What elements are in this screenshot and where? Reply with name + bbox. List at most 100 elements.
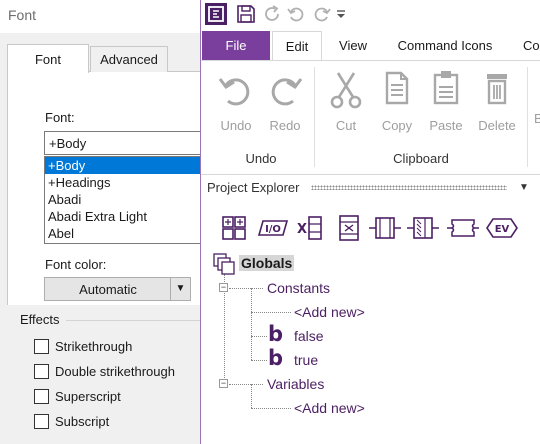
font-label: Font: <box>45 110 75 125</box>
font-list[interactable]: +Body +Headings Abadi Abadi Extra Light … <box>44 156 205 244</box>
clipboard-group-label: Clipboard <box>393 151 449 166</box>
font-dialog: Font Font Advanced Font: +Body +Body +He… <box>0 0 205 444</box>
tree-node-variables[interactable]: Variables <box>267 376 324 392</box>
ribbon-tabs: File Edit View Command Icons Co <box>201 31 540 61</box>
chevron-down-icon[interactable]: ▼ <box>170 278 190 300</box>
undo-button[interactable]: Undo <box>210 67 262 135</box>
tree-guide-line <box>251 336 267 337</box>
save-icon[interactable] <box>235 3 257 25</box>
ev-icon[interactable]: EV <box>485 214 519 242</box>
cut-label: Cut <box>335 118 357 133</box>
copy-icon <box>385 71 409 105</box>
tab-view[interactable]: View <box>328 31 378 60</box>
io-icon[interactable]: I/O <box>257 214 289 242</box>
grid-icon[interactable] <box>221 214 249 242</box>
tree-node-constants[interactable]: Constants <box>267 280 330 296</box>
superscript-checkbox[interactable] <box>34 389 49 404</box>
effects-label: Effects <box>20 312 60 327</box>
tree-node-true[interactable]: true <box>294 352 318 368</box>
refresh-icon[interactable] <box>261 3 283 25</box>
redo-icon <box>271 78 303 106</box>
tab-file[interactable]: File <box>202 31 270 60</box>
app-logo-icon <box>205 3 227 25</box>
globals-icon <box>213 253 235 278</box>
superscript-label: Superscript <box>55 389 121 404</box>
svg-text:I/O: I/O <box>265 224 281 235</box>
x-block-icon[interactable]: X <box>293 214 325 242</box>
tab-command-icons[interactable]: Command Icons <box>385 31 505 60</box>
font-color-select[interactable]: Automatic ▼ <box>44 277 191 301</box>
undo-group-label: Undo <box>245 151 277 166</box>
customize-dropdown-icon[interactable] <box>335 3 347 25</box>
tree-node-add-variable[interactable]: <Add new> <box>294 400 365 416</box>
tree-guide-line <box>251 360 267 361</box>
tree-guide-line <box>251 408 291 409</box>
svg-text:X: X <box>297 222 307 237</box>
collapse-icon[interactable]: − <box>219 379 228 388</box>
tree-guide-line <box>251 312 291 313</box>
font-option[interactable]: Abadi Extra Light <box>45 208 204 225</box>
group-separator <box>314 67 315 167</box>
app-window: File Edit View Command Icons Co Undo Red… <box>200 0 540 444</box>
collapse-icon[interactable]: − <box>219 283 228 292</box>
subscript-checkbox[interactable] <box>34 414 49 429</box>
delete-label: Delete <box>478 118 516 133</box>
scissors-icon <box>330 72 362 109</box>
boolean-icon: b <box>268 322 284 346</box>
tab-advanced[interactable]: Advanced <box>90 46 168 72</box>
redo-button[interactable]: Redo <box>259 67 311 135</box>
double-strikethrough-checkbox[interactable] <box>34 364 49 379</box>
project-explorer-title: Project Explorer <box>207 180 300 195</box>
cut-button[interactable]: Cut <box>320 67 372 135</box>
ribbon-panel: Undo Redo Cut Copy Paste Delete B Undo C… <box>201 60 540 175</box>
delete-button[interactable]: Delete <box>471 67 523 135</box>
tab-edit[interactable]: Edit <box>272 31 322 61</box>
project-explorer-header: Project Explorer ▼ <box>201 176 540 200</box>
group-separator <box>527 67 528 167</box>
tree-guide-line <box>251 288 252 360</box>
tree-node-false[interactable]: false <box>294 328 324 344</box>
tree-guide-line <box>229 288 263 289</box>
undo-label: Undo <box>220 118 252 133</box>
function-block-icon[interactable] <box>335 214 363 242</box>
redo-label: Redo <box>269 118 301 133</box>
strikethrough-checkbox[interactable] <box>34 339 49 354</box>
font-color-value: Automatic <box>79 282 137 297</box>
dialog-title: Font <box>8 7 37 23</box>
drag-grip[interactable] <box>311 185 507 190</box>
chevron-down-icon[interactable]: ▼ <box>519 182 529 193</box>
svg-text:EV: EV <box>495 224 510 235</box>
redo-small-icon[interactable] <box>311 3 333 25</box>
font-option[interactable]: Abel <box>45 225 204 242</box>
paste-icon <box>433 71 459 105</box>
tree-node-add-constant[interactable]: <Add new> <box>294 304 365 320</box>
undo-icon <box>218 78 250 106</box>
paste-button[interactable]: Paste <box>420 67 472 135</box>
subscript-label: Subscript <box>55 414 110 429</box>
quick-access-toolbar <box>201 0 540 29</box>
dialog-titlebar: Font <box>0 0 205 33</box>
truncated-button-label[interactable]: B <box>534 111 540 126</box>
copy-label: Copy <box>381 118 413 133</box>
tree-node-globals[interactable]: Globals <box>239 255 295 271</box>
font-option[interactable]: +Headings <box>45 174 204 191</box>
effects-divider <box>66 320 205 321</box>
font-option[interactable]: Abadi <box>45 191 204 208</box>
tab-font[interactable]: Font <box>7 44 89 73</box>
tab-truncated[interactable]: Co <box>523 31 540 60</box>
tree-guide-line <box>229 384 263 385</box>
undo-small-icon[interactable] <box>285 3 307 25</box>
wave-block-icon[interactable] <box>447 214 479 242</box>
boolean-icon: b <box>268 346 284 370</box>
resistor-block-icon[interactable] <box>369 214 401 242</box>
project-tree: Globals − Constants <Add new> b false b … <box>201 250 540 444</box>
hatched-block-icon[interactable] <box>407 214 439 242</box>
paste-label: Paste <box>429 118 463 133</box>
project-explorer-toolbar: I/O X EV <box>201 212 540 244</box>
font-name-input[interactable]: +Body <box>44 131 205 155</box>
copy-button[interactable]: Copy <box>371 67 423 135</box>
font-color-label: Font color: <box>45 257 107 272</box>
font-option[interactable]: +Body <box>45 157 204 174</box>
double-strikethrough-label: Double strikethrough <box>55 364 175 379</box>
strikethrough-label: Strikethrough <box>55 339 133 354</box>
